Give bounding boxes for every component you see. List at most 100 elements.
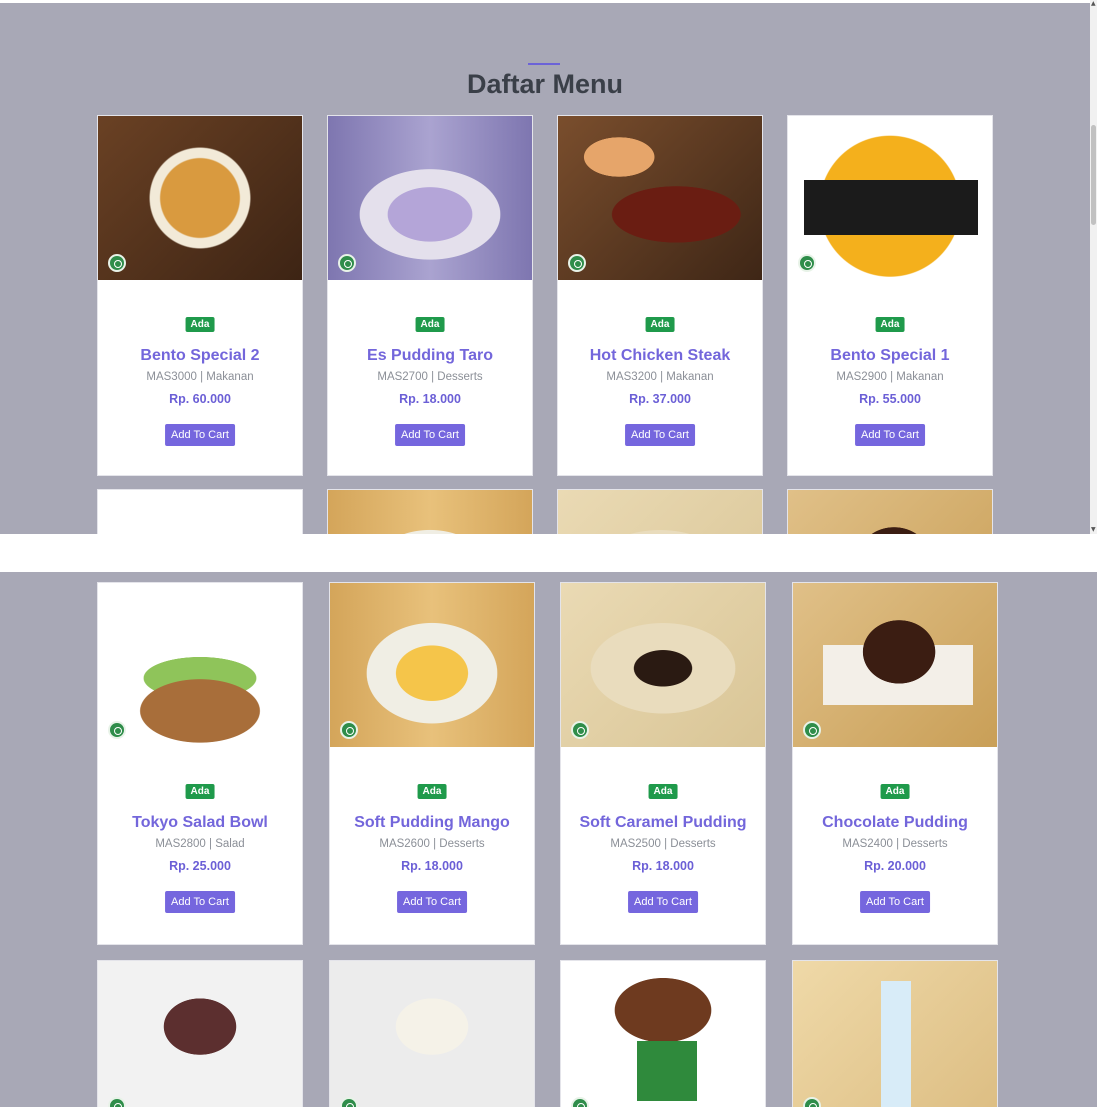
- item-category: Salad: [215, 838, 245, 850]
- halal-logo-icon: [803, 1097, 821, 1107]
- menu-card: Ada Tokyo Salad Bowl MAS2800 | Salad Rp.…: [97, 582, 303, 945]
- scrollbar[interactable]: ▲ ▼: [1090, 0, 1097, 534]
- status-badge: Ada: [185, 784, 215, 799]
- item-meta: MAS2600 | Desserts: [379, 838, 485, 850]
- item-price: Rp. 55.000: [859, 392, 921, 406]
- item-name[interactable]: Chocolate Pudding: [793, 814, 997, 832]
- item-price: Rp. 18.000: [632, 859, 694, 873]
- item-category: Desserts: [439, 838, 485, 850]
- food-image: [328, 116, 532, 280]
- item-name[interactable]: Tokyo Salad Bowl: [98, 814, 302, 832]
- menu-card-partial: [97, 960, 303, 1107]
- food-image: [98, 583, 302, 747]
- food-image: [98, 116, 302, 280]
- food-image: [558, 116, 762, 280]
- item-price: Rp. 37.000: [629, 392, 691, 406]
- item-category: Desserts: [902, 838, 948, 850]
- item-name[interactable]: Hot Chicken Steak: [558, 347, 762, 365]
- item-code: MAS3000: [146, 371, 197, 383]
- food-image: [788, 116, 992, 280]
- scroll-up-icon[interactable]: ▲: [1091, 0, 1096, 8]
- item-code: MAS2900: [836, 371, 887, 383]
- halal-logo-icon: [338, 254, 356, 272]
- status-badge: Ada: [417, 784, 447, 799]
- add-to-cart-button[interactable]: Add To Cart: [625, 424, 695, 446]
- item-price: Rp. 18.000: [401, 859, 463, 873]
- status-badge: Ada: [648, 784, 678, 799]
- status-badge: Ada: [645, 317, 675, 332]
- item-code: MAS2800: [155, 838, 206, 850]
- halal-logo-icon: [340, 721, 358, 739]
- halal-logo-icon: [798, 254, 816, 272]
- status-badge: Ada: [875, 317, 905, 332]
- page-title: Daftar Menu: [466, 69, 623, 99]
- scroll-down-icon[interactable]: ▼: [1091, 526, 1096, 534]
- item-price: Rp. 60.000: [169, 392, 231, 406]
- item-category: Makanan: [896, 371, 944, 383]
- halal-logo-icon: [568, 254, 586, 272]
- item-name[interactable]: Es Pudding Taro: [328, 347, 532, 365]
- add-to-cart-button[interactable]: Add To Cart: [855, 424, 925, 446]
- menu-card-partial: [327, 489, 533, 534]
- menu-card: Ada Chocolate Pudding MAS2400 | Desserts…: [792, 582, 998, 945]
- item-code: MAS3200: [606, 371, 657, 383]
- item-meta: MAS2900 | Makanan: [836, 371, 944, 383]
- item-code: MAS2600: [379, 838, 430, 850]
- food-image: [558, 490, 762, 534]
- halal-logo-icon: [571, 1097, 589, 1107]
- item-meta: MAS2400 | Desserts: [842, 838, 948, 850]
- food-image: [328, 490, 532, 534]
- item-price: Rp. 25.000: [169, 859, 231, 873]
- item-name[interactable]: Soft Caramel Pudding: [561, 814, 765, 832]
- item-name[interactable]: Soft Pudding Mango: [330, 814, 534, 832]
- menu-card-partial: [97, 489, 303, 534]
- halal-logo-icon: [803, 721, 821, 739]
- add-to-cart-button[interactable]: Add To Cart: [165, 424, 235, 446]
- add-to-cart-button[interactable]: Add To Cart: [395, 424, 465, 446]
- status-badge: Ada: [415, 317, 445, 332]
- menu-card: Ada Bento Special 1 MAS2900 | Makanan Rp…: [787, 115, 993, 476]
- title-accent-bar: [528, 63, 560, 65]
- add-to-cart-button[interactable]: Add To Cart: [397, 891, 467, 913]
- add-to-cart-button[interactable]: Add To Cart: [628, 891, 698, 913]
- food-image: [330, 961, 534, 1107]
- menu-card-partial: [557, 489, 763, 534]
- scroll-thumb[interactable]: [1091, 125, 1096, 225]
- food-image: [788, 490, 992, 534]
- halal-logo-icon: [108, 1097, 126, 1107]
- item-category: Makanan: [666, 371, 714, 383]
- halal-logo-icon: [340, 1097, 358, 1107]
- item-code: MAS2500: [610, 838, 661, 850]
- menu-card: Ada Soft Pudding Mango MAS2600 | Dessert…: [329, 582, 535, 945]
- food-image: [561, 583, 765, 747]
- item-category: Makanan: [206, 371, 254, 383]
- halal-logo-icon: [108, 721, 126, 739]
- food-image: [561, 961, 765, 1107]
- menu-card: Ada Hot Chicken Steak MAS3200 | Makanan …: [557, 115, 763, 476]
- food-image: [330, 583, 534, 747]
- menu-section-top: Daftar Menu Ada Bento Special 2 MAS3000 …: [0, 3, 1090, 534]
- food-image: [98, 961, 302, 1107]
- add-to-cart-button[interactable]: Add To Cart: [860, 891, 930, 913]
- item-category: Desserts: [437, 371, 483, 383]
- menu-card-partial: [329, 960, 535, 1107]
- item-meta: MAS3200 | Makanan: [606, 371, 714, 383]
- item-name[interactable]: Bento Special 1: [788, 347, 992, 365]
- menu-card: Ada Soft Caramel Pudding MAS2500 | Desse…: [560, 582, 766, 945]
- status-badge: Ada: [880, 784, 910, 799]
- item-meta: MAS3000 | Makanan: [146, 371, 254, 383]
- menu-section-bottom: Ada Tokyo Salad Bowl MAS2800 | Salad Rp.…: [0, 572, 1097, 1107]
- add-to-cart-button[interactable]: Add To Cart: [165, 891, 235, 913]
- halal-logo-icon: [108, 254, 126, 272]
- item-price: Rp. 20.000: [864, 859, 926, 873]
- menu-card: Ada Bento Special 2 MAS3000 | Makanan Rp…: [97, 115, 303, 476]
- item-code: MAS2400: [842, 838, 893, 850]
- food-image: [98, 490, 302, 534]
- item-name[interactable]: Bento Special 2: [98, 347, 302, 365]
- item-category: Desserts: [670, 838, 716, 850]
- food-image: [793, 583, 997, 747]
- food-image: [793, 961, 997, 1107]
- menu-card-partial: [560, 960, 766, 1107]
- item-meta: MAS2700 | Desserts: [377, 371, 483, 383]
- item-meta: MAS2800 | Salad: [155, 838, 245, 850]
